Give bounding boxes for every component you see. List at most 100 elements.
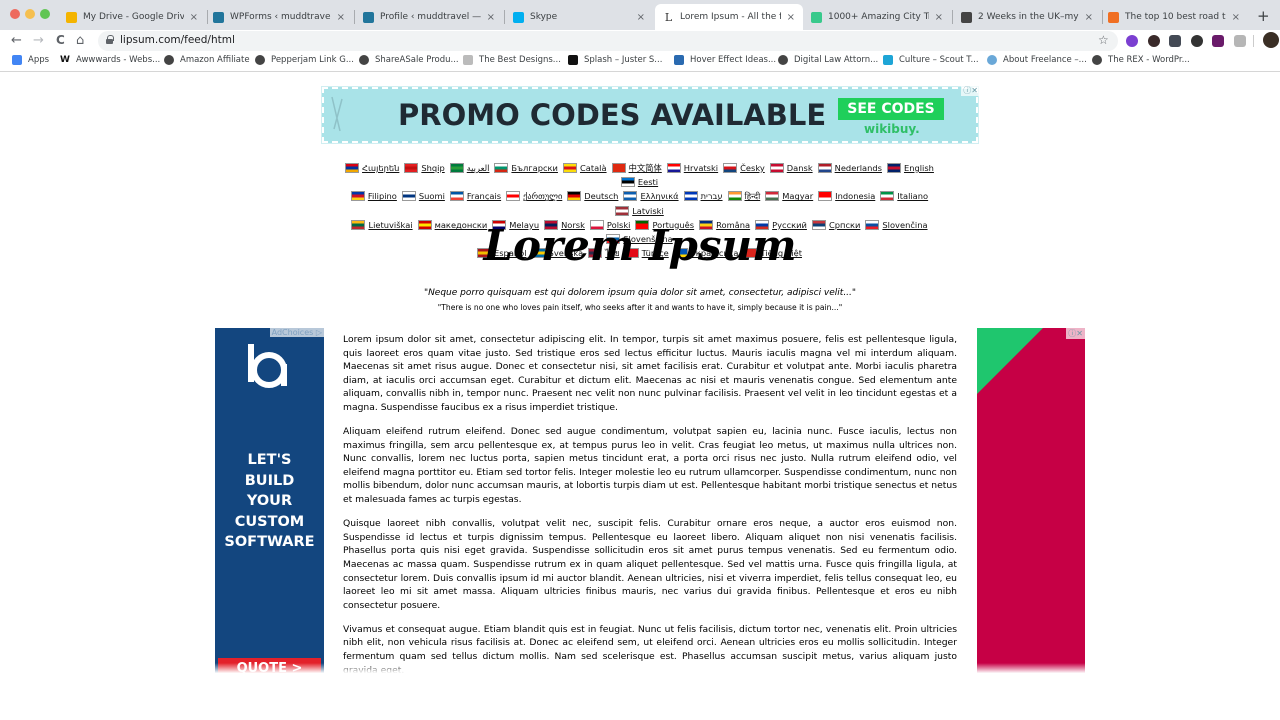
- see-codes-button[interactable]: SEE CODES: [838, 98, 944, 120]
- close-tab-icon[interactable]: ×: [935, 12, 943, 23]
- url-text[interactable]: lipsum.com/feed/html: [120, 34, 235, 46]
- language-label[interactable]: Български: [511, 163, 558, 173]
- language-label[interactable]: Magyar: [782, 191, 813, 201]
- m-extension-icon[interactable]: [1169, 35, 1181, 47]
- language-link[interactable]: Հայերեն: [345, 161, 399, 175]
- language-link[interactable]: Suomi: [401, 189, 445, 203]
- bookmark-11[interactable]: About Freelance –...: [987, 55, 1087, 65]
- bookmark-3[interactable]: Amazon Affiliate: [164, 55, 250, 65]
- tab-4[interactable]: Skype ×: [505, 4, 653, 30]
- tab-2[interactable]: WPForms ‹ muddtravel — W ×: [205, 4, 353, 30]
- language-label[interactable]: Ελληνικά: [640, 191, 678, 201]
- dark-extension-icon[interactable]: [1148, 35, 1160, 47]
- link-extension-icon[interactable]: [1191, 35, 1203, 47]
- bookmark-10[interactable]: Culture – Scout T...: [883, 55, 979, 65]
- new-tab-button[interactable]: +: [1257, 7, 1270, 25]
- language-link[interactable]: Български: [494, 161, 558, 175]
- close-tab-icon[interactable]: ×: [190, 12, 198, 23]
- close-tab-icon[interactable]: ×: [1085, 12, 1093, 23]
- maximize-window-button[interactable]: [40, 9, 50, 19]
- adchoices-badge[interactable]: AdChoices ▷: [269, 328, 324, 337]
- language-label[interactable]: English: [904, 163, 934, 173]
- bookmark-6[interactable]: The Best Designs...: [463, 55, 561, 65]
- tab-1[interactable]: My Drive - Google Drive ×: [58, 4, 206, 30]
- language-label[interactable]: Suomi: [419, 191, 445, 201]
- close-tab-icon[interactable]: ×: [337, 12, 345, 23]
- language-label[interactable]: Filipino: [368, 191, 397, 201]
- language-link[interactable]: Filipino: [350, 189, 397, 203]
- language-label[interactable]: Hrvatski: [684, 163, 718, 173]
- bookmark-9[interactable]: Digital Law Attorn...: [778, 55, 878, 65]
- tab-7[interactable]: 2 Weeks in the UK–my Perf ×: [953, 4, 1101, 30]
- language-label[interactable]: 中文简体: [629, 163, 662, 173]
- bookmark-2[interactable]: W Awwwards - Webs...: [60, 55, 160, 65]
- tab-8[interactable]: The top 10 best road trips ×: [1100, 4, 1248, 30]
- language-label[interactable]: Shqip: [421, 163, 444, 173]
- language-link[interactable]: Magyar: [765, 189, 813, 203]
- language-link[interactable]: Nederlands: [817, 161, 882, 175]
- home-button[interactable]: ⌂: [76, 33, 84, 48]
- bookmark-12[interactable]: The REX - WordPr...: [1092, 55, 1190, 65]
- promo-banner-ad[interactable]: PROMO CODES AVAILABLE SEE CODES wikibuy.…: [321, 85, 980, 144]
- language-link[interactable]: Ελληνικά: [623, 189, 679, 203]
- language-link[interactable]: ქართული: [506, 189, 562, 203]
- tab-5[interactable]: L Lorem Ipsum - All the facts ×: [655, 4, 803, 30]
- language-label[interactable]: हिन्दी: [745, 191, 761, 201]
- bookmark-4[interactable]: Pepperjam Link G...: [255, 55, 354, 65]
- close-window-button[interactable]: [10, 9, 20, 19]
- language-label[interactable]: Česky: [740, 163, 765, 173]
- language-label[interactable]: Հայերեն: [362, 163, 399, 173]
- language-label[interactable]: Eesti: [638, 177, 658, 187]
- forward-button[interactable]: →: [33, 33, 44, 48]
- language-link[interactable]: English: [886, 161, 934, 175]
- language-label[interactable]: עברית: [701, 191, 723, 201]
- language-link[interactable]: Česky: [723, 161, 765, 175]
- bookmark-5[interactable]: ShareASale Produ...: [359, 55, 459, 65]
- reload-button[interactable]: C: [56, 33, 65, 47]
- close-tab-icon[interactable]: ×: [637, 12, 645, 23]
- language-link[interactable]: 中文简体: [611, 161, 662, 175]
- language-link[interactable]: Français: [449, 189, 501, 203]
- ad-info-close-icon[interactable]: ⓘ✕: [1066, 328, 1085, 339]
- tab-6[interactable]: 1000+ Amazing City Travel ×: [803, 4, 951, 30]
- bookmark-1[interactable]: Apps: [12, 55, 49, 65]
- language-link[interactable]: Latviski: [615, 204, 664, 218]
- back-button[interactable]: ←: [11, 33, 22, 48]
- language-link[interactable]: Català: [562, 161, 607, 175]
- language-link[interactable]: עברית: [683, 189, 723, 203]
- language-label[interactable]: العربية: [467, 163, 490, 173]
- close-tab-icon[interactable]: ×: [1232, 12, 1240, 23]
- language-link[interactable]: Indonesia: [818, 189, 875, 203]
- language-label[interactable]: Français: [467, 191, 501, 201]
- language-link[interactable]: Dansk: [769, 161, 813, 175]
- language-link[interactable]: العربية: [449, 161, 490, 175]
- language-link[interactable]: Italiano: [880, 189, 928, 203]
- language-label[interactable]: ქართული: [523, 191, 562, 201]
- tab-3[interactable]: Profile ‹ muddtravel — Wor ×: [355, 4, 503, 30]
- v-extension-icon[interactable]: [1234, 35, 1246, 47]
- language-label[interactable]: Latviski: [632, 206, 664, 216]
- language-link[interactable]: Eesti: [620, 175, 658, 189]
- profile-avatar[interactable]: [1263, 32, 1279, 48]
- purple-extension-icon[interactable]: [1212, 35, 1224, 47]
- language-label[interactable]: Nederlands: [835, 163, 882, 173]
- color-picker-extension-icon[interactable]: [1126, 35, 1138, 47]
- address-bar[interactable]: lipsum.com/feed/html ☆: [98, 31, 1118, 51]
- language-label[interactable]: Deutsch: [584, 191, 618, 201]
- bookmark-8[interactable]: Hover Effect Ideas...: [674, 55, 776, 65]
- language-link[interactable]: Hrvatski: [666, 161, 718, 175]
- language-label[interactable]: Català: [580, 163, 607, 173]
- language-label[interactable]: Italiano: [897, 191, 928, 201]
- language-link[interactable]: Shqip: [404, 161, 445, 175]
- ad-info-close-icon[interactable]: ⓘ✕: [961, 85, 980, 96]
- left-sidebar-ad[interactable]: AdChoices ▷ LET'S BUILD YOUR CUSTOM SOFTWARE…: [215, 328, 324, 720]
- minimize-window-button[interactable]: [25, 9, 35, 19]
- close-tab-icon[interactable]: ×: [487, 12, 495, 23]
- language-label[interactable]: Dansk: [787, 163, 813, 173]
- bookmark-star-icon[interactable]: ☆: [1098, 33, 1109, 47]
- close-tab-icon[interactable]: ×: [787, 12, 795, 23]
- bookmark-7[interactable]: Splash – Juster S...: [568, 55, 662, 65]
- language-link[interactable]: हिन्दी: [727, 189, 761, 203]
- language-link[interactable]: Deutsch: [567, 189, 618, 203]
- language-label[interactable]: Indonesia: [835, 191, 875, 201]
